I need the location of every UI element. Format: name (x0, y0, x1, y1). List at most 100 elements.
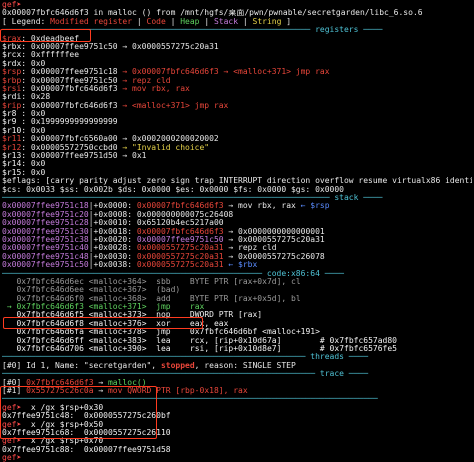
code-address: 0x7fbfc646d6ec (2, 277, 84, 286)
stack-offset: │+0x0020: (88, 235, 137, 244)
stack-deref: → 0x0000557275c20a31 (223, 235, 325, 244)
code-row: 0x7fbfc646d6ee <malloc+367> (bad) (2, 286, 472, 294)
legend-suffix: ] (281, 17, 292, 26)
command-output-text: 0x7ffee9751c88: 0x00007ffee9751d58 (2, 445, 171, 454)
terminal[interactable]: gef➤ 0x00007fbfc646d6f3 in malloc () fro… (2, 1, 472, 462)
code-mnemonic: add (146, 294, 171, 303)
code-symbol: <malloc+390> (83, 345, 147, 354)
gef-prompt: gef➤ (2, 1, 22, 9)
code-row: 0x7fbfc646d706 <malloc+390> lea rsi, [ri… (2, 345, 472, 353)
register-value: : 0xdeadbeef (21, 34, 80, 43)
stack-deref: → 0x0000000000000001 (223, 227, 325, 236)
legend-code: Code (146, 17, 166, 26)
thread-state: stopped (160, 361, 195, 370)
gef-prompt: gef➤ (2, 437, 22, 446)
code-row: 0x7fbfc646d6fa <malloc+378> jmp 0x7fbfc6… (2, 328, 472, 336)
register-row: $r8 : 0x0 (2, 110, 472, 118)
trace-section-footer: ────────────────────────────────────────… (2, 395, 378, 404)
register-row: $rsi: 0x00007fbfc646d6f3 → mov rbx, rax (2, 85, 472, 93)
register-row: $rip: 0x00007fbfc646d6f3 → <malloc+371> … (2, 102, 472, 110)
code-symbol: <malloc+383> (83, 336, 147, 345)
code-operands: 0x7fbfc646d6bf <malloc+191> (170, 328, 320, 337)
stack-address: 0x00007ffee9751c38 (2, 235, 89, 244)
register-name: $rsp (2, 68, 22, 77)
register-name: $r10 (2, 126, 22, 135)
legend-heap: Heap (180, 17, 200, 26)
register-row: $rbp: 0x00007ffee9751c50 → repz cld (2, 77, 472, 85)
command-line: gef➤ x /gx $rsp+0x30 (2, 404, 472, 412)
command-line: gef➤ x /gx $rsp+0x50 (2, 421, 472, 429)
legend-modified-register: Modified register (50, 17, 133, 26)
register-value: : 0x0 (21, 59, 46, 68)
stack-deref: → 0x0000557275c26078 (223, 252, 325, 261)
code-symbol: <malloc+368> (83, 294, 147, 303)
stack-value: 0x0000557275c20a31 (136, 252, 224, 261)
command-text: x /gx $rsp+0x70 (21, 437, 104, 446)
stack-offset: │+0x0018: (88, 227, 137, 236)
code-operands: rax (170, 303, 205, 312)
register-name: $rdi (2, 93, 22, 102)
gef-prompt: gef➤ (2, 420, 22, 429)
code-operands: rcx, [rip+0x10d67a] (170, 336, 282, 345)
register-name: $r9 (2, 118, 22, 127)
code-mnemonic: jmp (146, 328, 171, 337)
register-name: $rsi (2, 84, 22, 93)
register-deref: → 0x0002000200020002 (117, 135, 219, 144)
stack-value: 0x00007ffee9751c50 (136, 235, 224, 244)
trace-index: [#0] (2, 378, 27, 387)
code-comment: # 0x7fbfc6576fe5 (281, 345, 397, 354)
code-row: 0x7fbfc646d6ff <malloc+383> lea rcx, [ri… (2, 337, 472, 345)
code-operands: eax, eax (170, 319, 229, 328)
segments-line: $cs: 0x0033 $ss: 0x002b $ds: 0x0000 $es:… (2, 186, 472, 194)
register-deref: → 0x00007fbfc646d6f3 → <malloc+371> jmp … (117, 68, 330, 77)
stack-register-tag: ← $rbx (223, 261, 258, 270)
stack-offset: │+0x0000: (88, 202, 137, 211)
segment-registers: $cs: 0x0033 $ss: 0x002b $ds: 0x0000 $es:… (2, 185, 344, 194)
stack-row: 0x00007ffee9751c48│+0x0030: 0x0000557275… (2, 253, 472, 261)
command-text: x /gx $rsp+0x50 (21, 420, 104, 429)
current-instruction: → 0x7fbfc646d6f3 <malloc+371> jmp rax (2, 303, 472, 311)
command-history[interactable]: gef➤ x /gx $rsp+0x30 0x7ffee9751c48: 0x00… (2, 404, 472, 462)
command-line: gef➤ (2, 454, 472, 462)
stack-value: 0x00007fbfc646d6f3 (136, 202, 224, 211)
stack-address: 0x00007ffee9751c28 (2, 219, 89, 228)
register-deref: → 0x1 (117, 152, 147, 161)
register-name: $rbp (2, 76, 22, 85)
code-symbol: <malloc+371> (83, 303, 147, 312)
command-output-text: 0x7ffee9751c48: 0x0000557275c260bf (2, 412, 171, 421)
thread-line: [#0] Id 1, Name: "secretgarden", stopped… (2, 362, 472, 370)
command-line: gef➤ x /gx $rsp+0x70 (2, 437, 472, 445)
code-operands: rsi, [rip+0x10d8e7] (170, 345, 282, 354)
register-row: $r14: 0x0 (2, 160, 472, 168)
register-row: $r12: 0x00005572750ccbd0 → "Invalid choi… (2, 144, 472, 152)
register-row: $rsp: 0x00007ffee9751c18 → 0x00007fbfc64… (2, 68, 472, 76)
stack-address: 0x00007ffee9751c18 (2, 202, 89, 211)
register-name: $rdx (2, 59, 22, 68)
trace-index: [#1] (2, 386, 27, 395)
register-value: : 0x00007ffee9751d50 (21, 152, 118, 161)
breakpoint-location: 0x00007fbfc646d6f3 in malloc () from /mn… (2, 9, 423, 18)
stack-value: 0x0000557275c20a31 (136, 261, 224, 270)
register-name: $r11 (2, 135, 22, 144)
code-address: 0x7fbfc646d6ff (2, 336, 84, 345)
register-value: : 0x0 (21, 168, 46, 177)
register-row: $r9 : 0x1999999999999999 (2, 118, 472, 126)
trace-row: [#0] 0x7fbfc646d6f3 → malloc() (2, 379, 472, 387)
register-name: $r12 (2, 143, 22, 152)
register-deref: → 0x0000557275c20a31 (117, 42, 219, 51)
code-address: 0x7fbfc646d6fa (2, 328, 84, 337)
command-output: 0x7ffee9751c88: 0x00007ffee9751d58 (2, 446, 472, 454)
legend-line: [ Legend: Modified register | Code | Hea… (2, 17, 292, 26)
command-text: x /gx $rsp+0x30 (21, 403, 104, 412)
register-name: $rbx (2, 42, 22, 51)
code-symbol: <malloc+373> (83, 311, 147, 320)
code-mnemonic: xor (146, 319, 171, 328)
gef-prompt-line: gef➤ (2, 1, 472, 9)
trace-function: mov QWORD PTR [rbp-0x18], rax (107, 386, 248, 395)
register-value: : 0x0 (21, 110, 46, 119)
stack-offset: │+0x0028: (88, 244, 137, 253)
stack-row: 0x00007ffee9751c40│+0x0028: 0x0000557275… (2, 244, 472, 252)
register-value: : 0x00007ffee9751c50 (21, 76, 118, 85)
trace-arrow: → (93, 378, 108, 387)
code-mnemonic: sbb (146, 277, 171, 286)
